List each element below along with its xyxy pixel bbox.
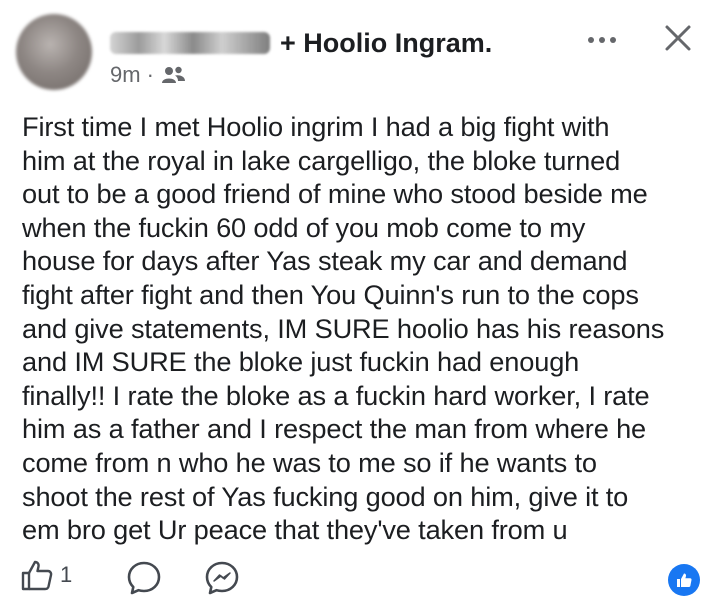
- more-options-button[interactable]: [580, 24, 624, 56]
- like-button[interactable]: 1: [20, 558, 72, 592]
- post-text: First time I met Hoolio ingrim I had a b…: [22, 111, 665, 546]
- post-author-row: + Hoolio Ingram.: [110, 26, 492, 60]
- close-button[interactable]: [656, 16, 700, 60]
- like-reaction-icon[interactable]: [668, 564, 700, 596]
- facebook-post: + Hoolio Ingram. 9m · First time I met H…: [0, 0, 720, 613]
- friends-icon[interactable]: [160, 65, 186, 85]
- meta-separator: ·: [146, 62, 154, 87]
- post-meta: 9m ·: [110, 62, 186, 88]
- post-timestamp[interactable]: 9m: [110, 62, 141, 88]
- redacted-author-name[interactable]: [110, 32, 270, 54]
- avatar[interactable]: [16, 14, 92, 90]
- comment-icon: [127, 561, 161, 595]
- comment-button[interactable]: [126, 560, 162, 601]
- thumbs-up-icon: [21, 560, 53, 591]
- send-in-messenger-button[interactable]: [204, 560, 240, 601]
- more-horizontal-icon: [588, 37, 616, 43]
- close-icon: [665, 25, 691, 51]
- post-actions: 1: [0, 552, 720, 608]
- messenger-icon: [205, 561, 239, 595]
- tagged-person-link[interactable]: + Hoolio Ingram.: [280, 28, 492, 59]
- like-count: 1: [60, 562, 73, 587]
